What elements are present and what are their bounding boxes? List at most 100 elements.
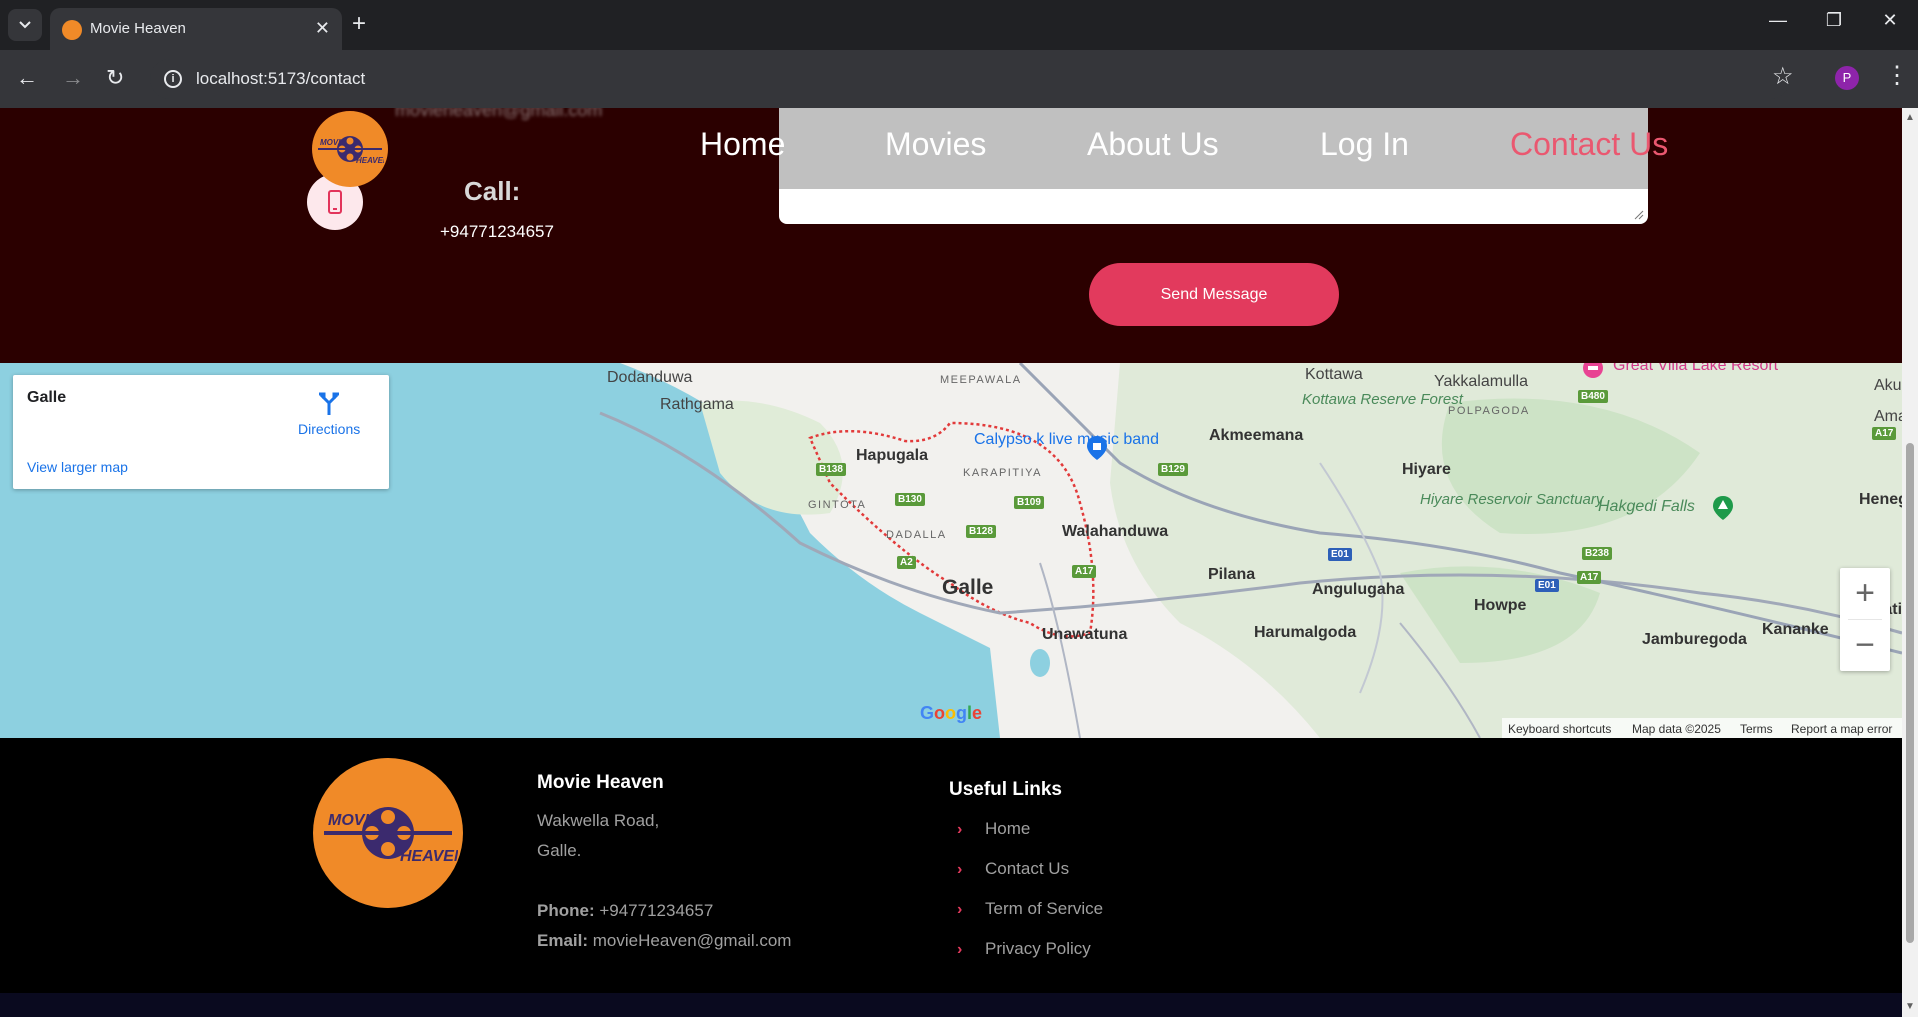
view-larger-map-link[interactable]: View larger map	[27, 459, 128, 475]
map-label-angulugaha: Angulugaha	[1312, 581, 1405, 598]
url-text[interactable]: localhost:5173/contact	[196, 69, 365, 89]
road-badge: B480	[1578, 390, 1608, 403]
shopping-pin-icon[interactable]	[1086, 436, 1108, 460]
browser-tab[interactable]: Movie Heaven ✕	[50, 8, 342, 50]
nav-contact-us[interactable]: Contact Us	[1510, 126, 1668, 163]
road-badge: B238	[1582, 547, 1612, 560]
useful-links-title: Useful Links	[949, 779, 1062, 800]
map-place-card: Galle Directions View larger map	[13, 375, 389, 489]
window-close-icon[interactable]: ✕	[1870, 10, 1910, 31]
road-badge: B129	[1158, 463, 1188, 476]
film-reel-logo-icon: MOVIE HEAVEN	[318, 136, 384, 165]
zoom-controls: + −	[1840, 568, 1890, 671]
address-bar[interactable]: i localhost:5173/contact	[150, 59, 1790, 99]
directions-link[interactable]: Directions	[298, 421, 360, 437]
footer-link-home[interactable]: › Home	[957, 819, 1030, 839]
hotel-pin-icon[interactable]	[1582, 363, 1604, 379]
road-badge: B138	[816, 463, 846, 476]
forward-icon[interactable]: →	[62, 66, 84, 90]
back-icon[interactable]: ←	[16, 66, 38, 90]
map-label-yakkalamulla: Yakkalamulla	[1434, 373, 1528, 390]
footer-phone: Phone: +94771234657	[537, 901, 713, 921]
phone-label: Phone:	[537, 901, 595, 920]
footer-brand: Movie Heaven	[537, 772, 664, 793]
map-label-ama: Ama	[1874, 408, 1902, 425]
footer-logo: MOVIE HEAVEN	[313, 758, 463, 908]
email-label: Email:	[537, 931, 589, 950]
report-error-link[interactable]: Report a map error	[1791, 722, 1892, 736]
map-label-kananke: Kananke	[1762, 621, 1829, 638]
minimize-icon[interactable]: —	[1758, 10, 1798, 31]
footer-email: Email: movieHeaven@gmail.com	[537, 931, 791, 951]
scroll-up-icon[interactable]: ▲	[1905, 112, 1915, 123]
scroll-down-icon[interactable]: ▼	[1905, 1001, 1915, 1012]
nav-movies[interactable]: Movies	[885, 126, 986, 163]
phone-icon	[328, 190, 342, 214]
map-label-rathgama: Rathgama	[660, 396, 734, 413]
profile-avatar[interactable]: P	[1835, 66, 1859, 90]
road-badge: A17	[1072, 565, 1097, 578]
map-label-howpe: Howpe	[1474, 597, 1527, 614]
email-value: movieHeaven@gmail.com	[592, 931, 792, 950]
map-label-great-villa: Great Villa Lake Resort	[1613, 363, 1779, 374]
browser-toolbar: ← → ↻ i localhost:5173/contact ☆ ⋮	[0, 50, 1918, 108]
footer-link-privacy[interactable]: › Privacy Policy	[957, 939, 1091, 959]
map-label-hiyare-reservoir: Hiyare Reservoir Sanctuary	[1420, 491, 1603, 508]
tab-search-button[interactable]	[8, 9, 42, 41]
call-label: Call:	[464, 176, 521, 206]
map-attribution: Keyboard shortcuts Map data ©2025 Terms …	[1502, 718, 1902, 738]
nav-log-in[interactable]: Log In	[1320, 126, 1409, 163]
chevron-right-icon: ›	[957, 941, 963, 958]
nav-home[interactable]: Home	[700, 126, 785, 163]
map-label-aku: Aku	[1874, 377, 1902, 394]
site-logo[interactable]: MOVIE HEAVEN	[312, 111, 388, 187]
bookmark-star-icon[interactable]: ☆	[1772, 65, 1794, 89]
map-label-kottawa: Kottawa	[1305, 366, 1363, 383]
site-info-icon[interactable]: i	[164, 70, 182, 88]
keyboard-shortcuts-link[interactable]: Keyboard shortcuts	[1508, 722, 1611, 736]
footer-link-contact[interactable]: › Contact Us	[957, 859, 1069, 879]
map-label-calypso: Calypso k live music band	[974, 431, 1159, 448]
map-label-walahanduwa: Walahanduwa	[1062, 523, 1169, 540]
map-label-harumalgoda: Harumalgoda	[1254, 624, 1357, 641]
map-label-karapitiya: KARAPITIYA	[963, 467, 1042, 479]
footer-address-line1: Wakwella Road,	[537, 811, 660, 830]
contact-email-faded: movieheaven@gmail.com	[395, 108, 603, 120]
close-tab-icon[interactable]: ✕	[315, 18, 330, 39]
chevron-right-icon: ›	[957, 861, 963, 878]
terms-link[interactable]: Terms	[1740, 722, 1773, 736]
chevron-right-icon: ›	[957, 821, 963, 838]
map-label-akmeemana: Akmeemana	[1209, 427, 1304, 444]
chevron-down-icon	[19, 21, 31, 29]
reload-icon[interactable]: ↻	[106, 66, 124, 90]
browser-menu-icon[interactable]: ⋮	[1885, 64, 1909, 88]
map-label-dodanduwa: Dodanduwa	[607, 369, 693, 386]
directions-icon[interactable]	[315, 389, 343, 417]
new-tab-icon[interactable]: +	[352, 12, 366, 36]
restore-icon[interactable]: ❐	[1814, 10, 1854, 31]
chevron-right-icon: ›	[957, 901, 963, 918]
svg-text:HEAVEN: HEAVEN	[400, 848, 458, 865]
embedded-map[interactable]: Dodanduwa Rathgama MEEPAWALA Kottawa Yak…	[0, 363, 1902, 738]
map-label-heneg: Heneg	[1859, 491, 1902, 508]
call-number: +94771234657	[440, 222, 554, 241]
zoom-out-button[interactable]: −	[1840, 620, 1890, 670]
map-label-dadalla: DADALLA	[886, 529, 947, 541]
scroll-thumb[interactable]	[1906, 443, 1914, 943]
tab-title: Movie Heaven	[90, 20, 186, 37]
footer-link-terms[interactable]: › Term of Service	[957, 899, 1103, 919]
resize-handle-icon[interactable]	[1634, 210, 1644, 220]
road-badge: A17	[1577, 571, 1602, 584]
road-badge: E01	[1328, 548, 1352, 561]
zoom-in-button[interactable]: +	[1840, 568, 1890, 618]
map-label-kottawa-forest: Kottawa Reserve Forest	[1302, 391, 1463, 408]
nav-about-us[interactable]: About Us	[1087, 126, 1219, 163]
film-reel-logo-icon: MOVIE HEAVEN	[324, 807, 458, 865]
send-message-button[interactable]: Send Message	[1089, 263, 1339, 326]
road-badge: A17	[1872, 427, 1897, 440]
park-pin-icon[interactable]	[1712, 496, 1734, 520]
page-scrollbar[interactable]: ▲ ▼	[1902, 108, 1918, 1017]
svg-text:MOVIE: MOVIE	[328, 812, 381, 829]
map-label-jamburegoda: Jamburegoda	[1642, 631, 1747, 648]
road-badge: B128	[966, 525, 996, 538]
